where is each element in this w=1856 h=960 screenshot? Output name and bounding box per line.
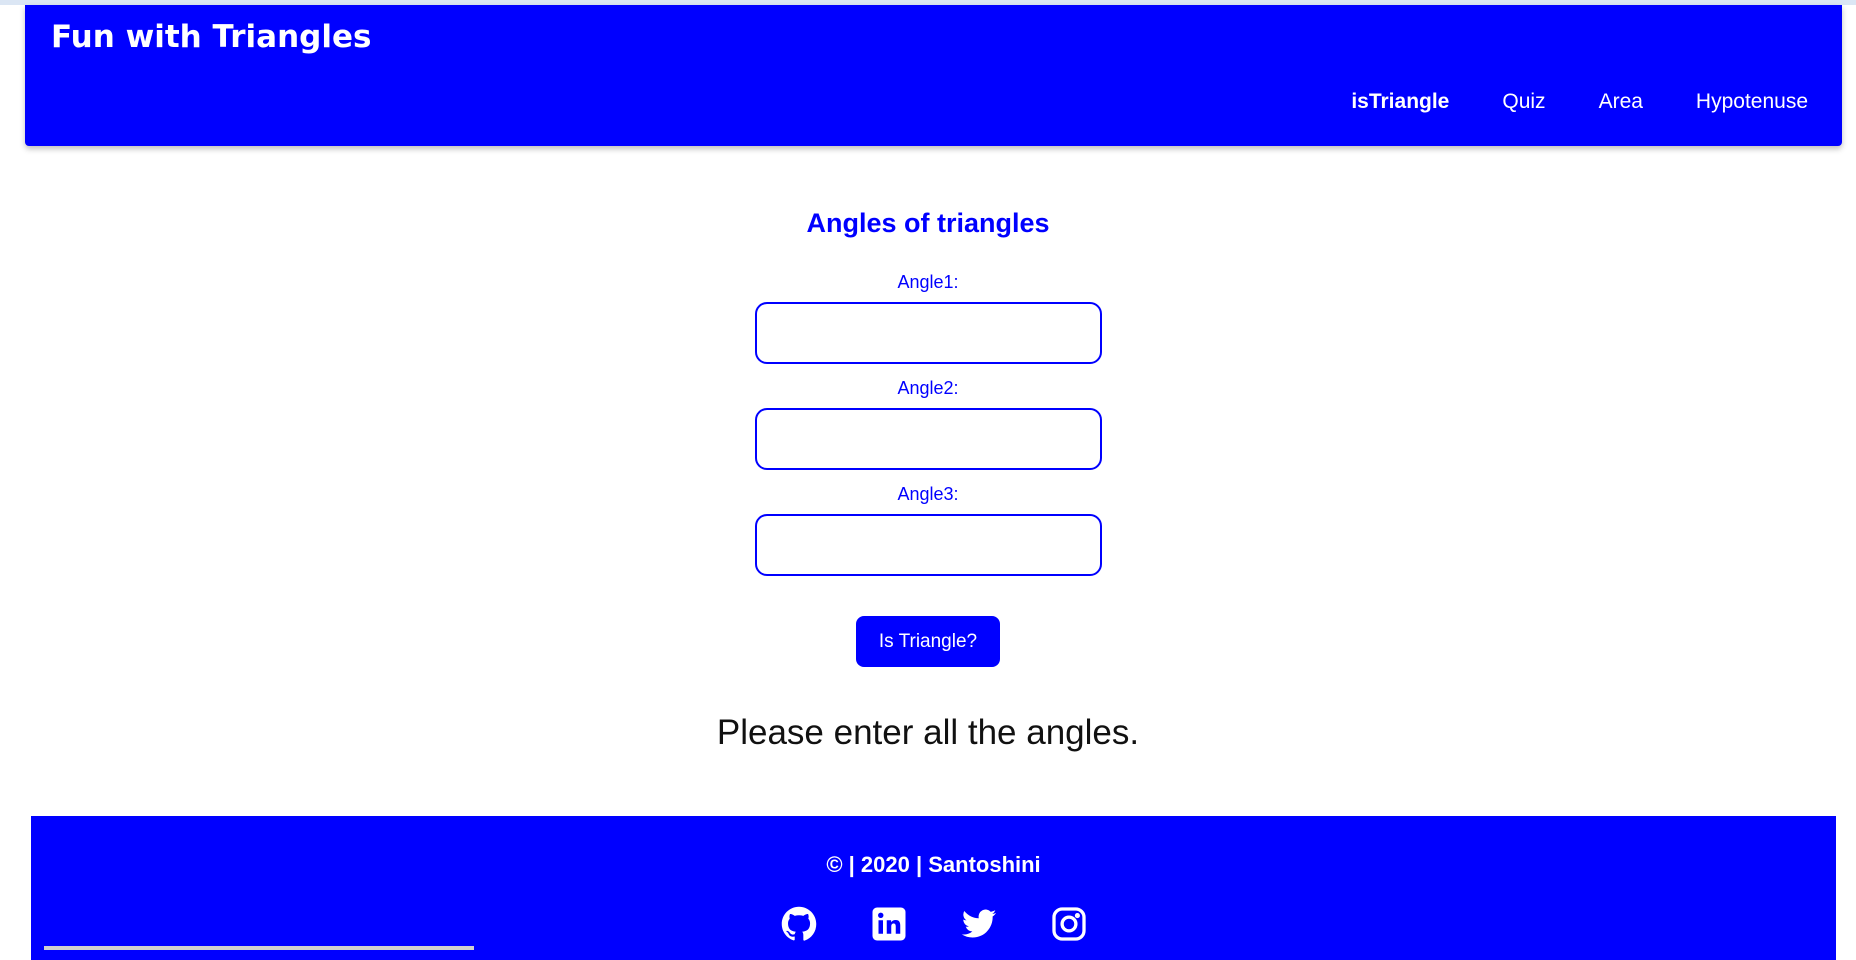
brand-title: Fun with Triangles <box>51 19 372 55</box>
angle1-input[interactable] <box>754 302 1102 364</box>
main-content: Angles of triangles Angle1: Angle2: Angl… <box>0 200 1856 753</box>
nav-link-quiz[interactable]: Quiz <box>1502 90 1545 114</box>
result-message: Please enter all the angles. <box>716 713 1140 752</box>
social-links <box>31 906 1836 942</box>
copyright-text: © | 2020 | Santoshini <box>826 852 1041 877</box>
angle3-input[interactable] <box>754 514 1102 576</box>
section-title: Angles of triangles <box>806 208 1050 238</box>
is-triangle-button[interactable]: Is Triangle? <box>856 616 1000 667</box>
nav-link-area[interactable]: Area <box>1599 90 1643 114</box>
linkedin-icon[interactable] <box>871 906 907 942</box>
nav-link-istriangle[interactable]: isTriangle <box>1351 90 1449 114</box>
footer: © | 2020 | Santoshini <box>31 816 1836 960</box>
angle3-label: Angle3: <box>897 484 959 504</box>
nav-link-hypotenuse[interactable]: Hypotenuse <box>1696 90 1808 114</box>
nav-links: isTriangle Quiz Area Hypotenuse <box>1351 90 1808 114</box>
twitter-icon[interactable] <box>961 906 997 942</box>
angle2-input[interactable] <box>754 408 1102 470</box>
browser-scrollbar[interactable] <box>44 946 474 950</box>
navbar: Fun with Triangles isTriangle Quiz Area … <box>25 5 1842 146</box>
angle1-label: Angle1: <box>897 272 959 292</box>
angle2-label: Angle2: <box>897 378 959 398</box>
github-icon[interactable] <box>781 906 817 942</box>
instagram-icon[interactable] <box>1051 906 1087 942</box>
